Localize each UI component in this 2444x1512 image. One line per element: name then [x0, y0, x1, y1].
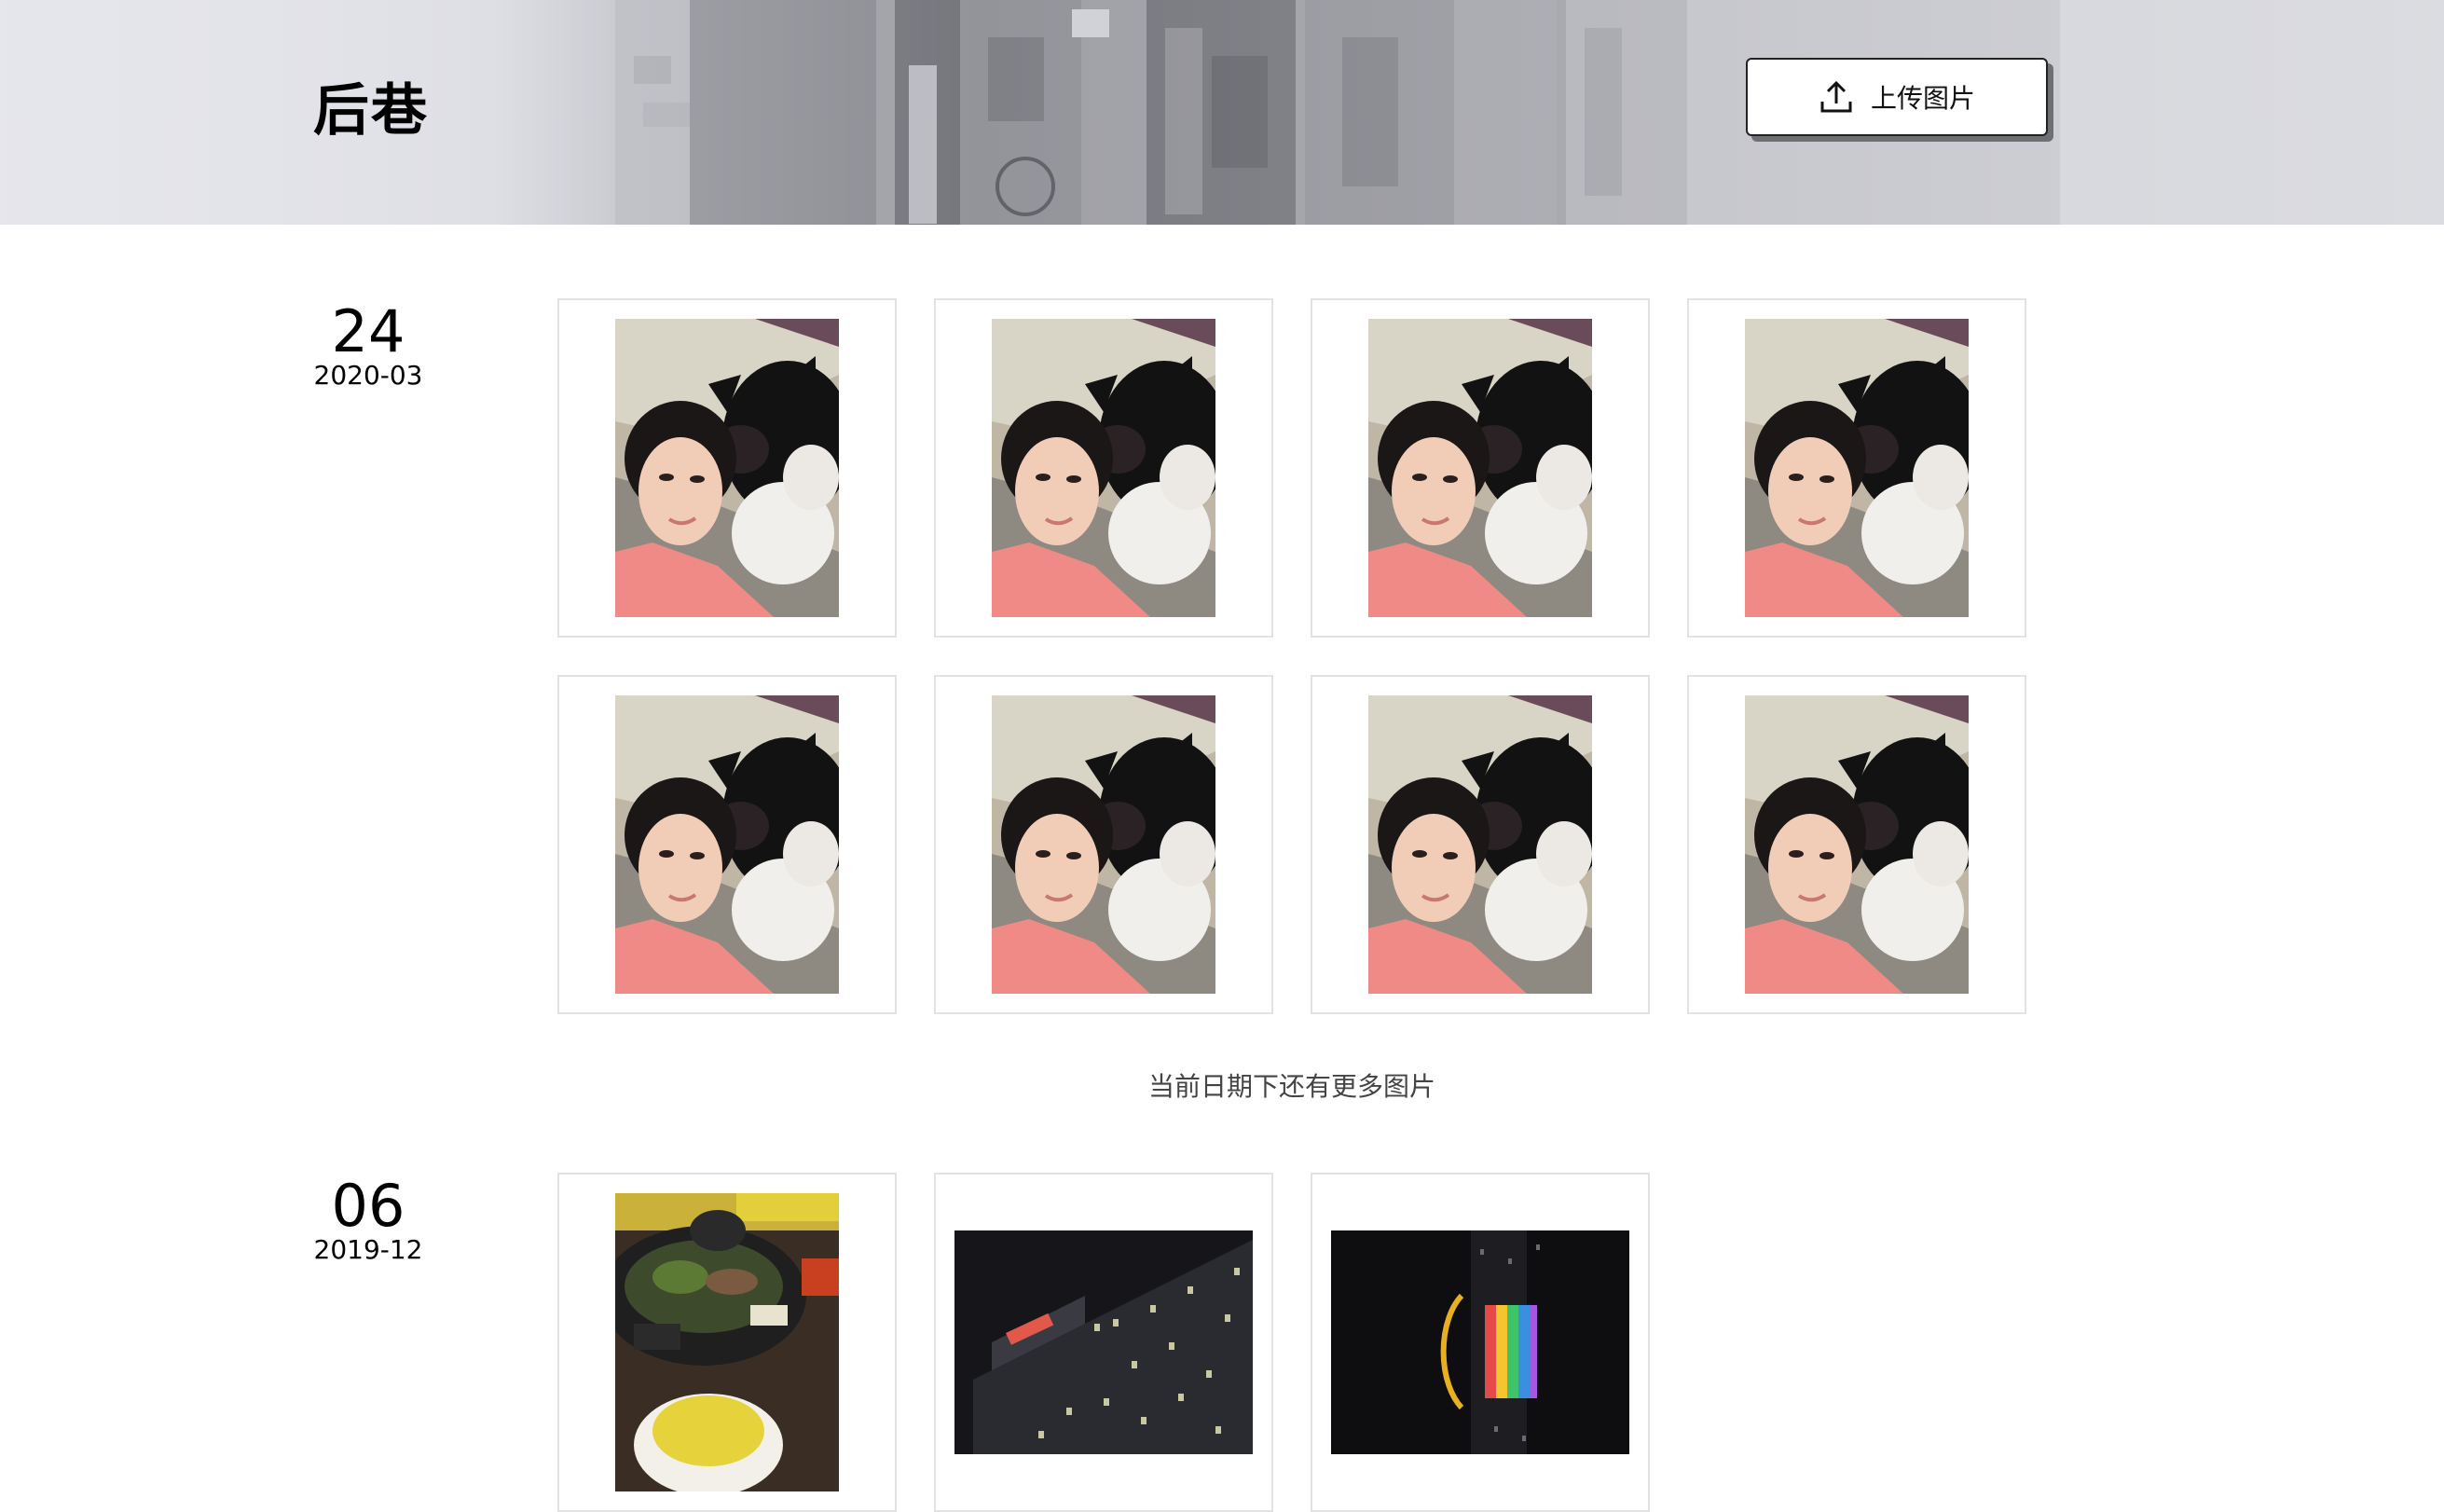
photo-thumbnail [1331, 1230, 1629, 1454]
site-title: 后巷 [313, 78, 429, 144]
photo-card[interactable] [934, 1173, 1273, 1512]
photo-card[interactable] [934, 675, 1273, 1014]
date-label: 06 2019-12 [280, 1173, 457, 1264]
photo-card[interactable] [557, 298, 897, 638]
date-year-month: 2019-12 [313, 1234, 423, 1265]
photo-grid [557, 1173, 2026, 1512]
photo-card[interactable] [1687, 298, 2026, 638]
photo-thumbnail [615, 695, 839, 994]
photo-card[interactable] [557, 675, 897, 1014]
photo-thumbnail [954, 1230, 1253, 1454]
photo-thumbnail [992, 695, 1215, 994]
photo-thumbnail [1368, 319, 1592, 617]
date-year-month: 2020-03 [313, 360, 423, 391]
photo-thumbnail [992, 319, 1215, 617]
photo-thumbnail [1745, 319, 1969, 617]
photo-thumbnail [615, 319, 839, 617]
header-banner: 后巷 上传图片 [0, 0, 2444, 225]
date-day: 24 [331, 297, 405, 365]
photo-thumbnail [615, 1193, 839, 1491]
photo-thumbnail [1745, 695, 1969, 994]
upload-icon [1819, 79, 1854, 115]
photo-card[interactable] [934, 298, 1273, 638]
photo-thumbnail [1368, 695, 1592, 994]
date-label: 24 2020-03 [280, 298, 457, 390]
date-day: 06 [331, 1172, 405, 1240]
photo-card[interactable] [1311, 298, 1650, 638]
more-photos-link[interactable]: 当前日期下还有更多图片 [557, 1066, 2026, 1104]
photo-card[interactable] [1311, 1173, 1650, 1512]
upload-button-label: 上传图片 [1870, 83, 1975, 114]
photo-card[interactable] [557, 1173, 897, 1512]
photo-card[interactable] [1311, 675, 1650, 1014]
photo-card[interactable] [1687, 675, 2026, 1014]
upload-image-button[interactable]: 上传图片 [1746, 58, 2048, 136]
photo-grid [557, 298, 2026, 1014]
